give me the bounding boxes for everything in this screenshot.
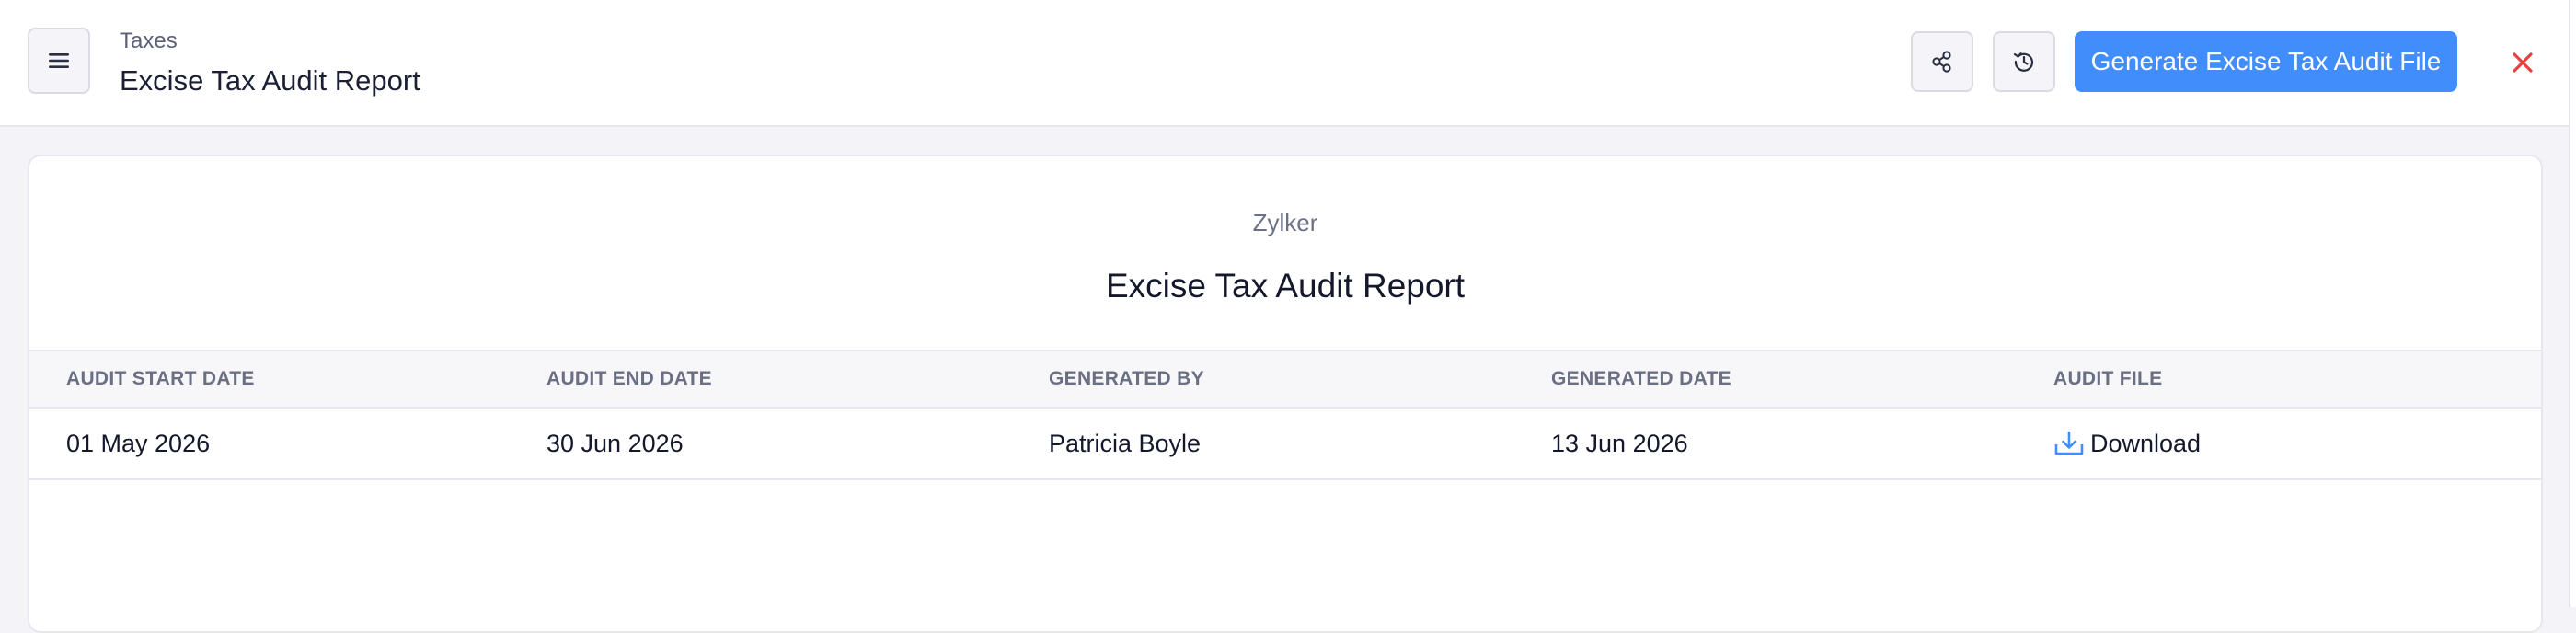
download-link[interactable]: Download xyxy=(2053,409,2201,478)
history-button[interactable] xyxy=(1993,31,2055,92)
close-icon xyxy=(2513,52,2533,73)
cell-generated-date: 13 Jun 2026 xyxy=(1551,430,1688,457)
column-header-audit-start-date: AUDIT START DATE xyxy=(66,368,255,389)
column-header-generated-by: GENERATED BY xyxy=(1049,368,1204,389)
column-header-generated-date: GENERATED DATE xyxy=(1551,368,1731,389)
share-button[interactable] xyxy=(1911,31,1973,92)
column-header-audit-end-date: AUDIT END DATE xyxy=(546,368,712,389)
table-header: AUDIT START DATE AUDIT END DATE GENERATE… xyxy=(29,350,2541,409)
download-label: Download xyxy=(2090,430,2202,457)
menu-button[interactable] xyxy=(28,28,90,94)
table-row: 01 May 2026 30 Jun 2026 Patricia Boyle 1… xyxy=(29,409,2541,480)
hamburger-menu-icon xyxy=(49,53,69,68)
top-header: Taxes Excise Tax Audit Report Generate E… xyxy=(0,0,2569,127)
download-icon xyxy=(2054,431,2084,455)
cell-audit-file: Download xyxy=(2053,409,2201,478)
page-title: Excise Tax Audit Report xyxy=(120,64,420,97)
organization-name: Zylker xyxy=(1252,209,1318,236)
breadcrumb: Taxes xyxy=(120,29,178,53)
report-title: Excise Tax Audit Report xyxy=(1105,267,1466,305)
cell-generated-by: Patricia Boyle xyxy=(1049,430,1202,457)
vertical-scrollbar[interactable] xyxy=(2569,0,2576,607)
generate-audit-file-button[interactable]: Generate Excise Tax Audit File xyxy=(2075,31,2457,92)
report-card: Zylker Excise Tax Audit Report AUDIT STA… xyxy=(28,155,2543,633)
cell-audit-end-date: 30 Jun 2026 xyxy=(546,430,684,457)
cell-audit-start-date: 01 May 2026 xyxy=(66,430,211,457)
share-icon xyxy=(1932,51,1951,73)
history-icon xyxy=(2013,52,2034,72)
column-header-audit-file: AUDIT FILE xyxy=(2053,368,2163,389)
close-button[interactable] xyxy=(2504,44,2541,81)
